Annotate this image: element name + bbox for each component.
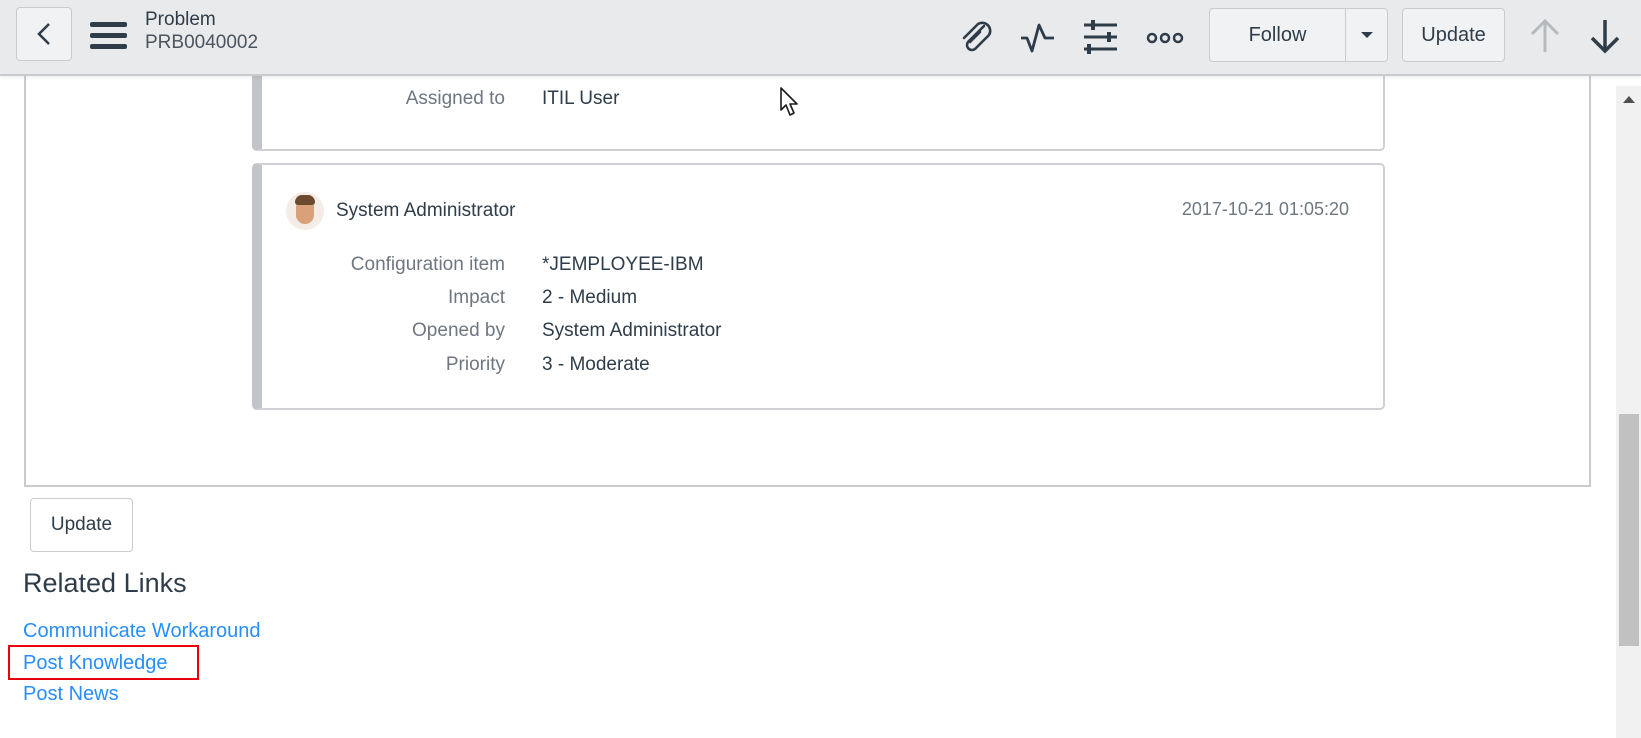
chevron-left-icon	[37, 23, 50, 45]
activity-entry: Assigned to ITIL User	[252, 76, 1385, 151]
record-number: PRB0040002	[145, 32, 259, 53]
activity-entry: System Administrator 2017-10-21 01:05:20…	[252, 163, 1385, 410]
sliders-icon	[1084, 20, 1117, 54]
record-title: Problem PRB0040002	[145, 9, 258, 55]
entry-author: System Administrator	[286, 191, 516, 231]
avatar	[286, 192, 324, 230]
field-value: ITIL User	[542, 88, 620, 109]
arrow-down-icon	[1590, 20, 1620, 54]
attachment-button[interactable]	[956, 18, 996, 58]
field-value: 2 - Medium	[542, 287, 638, 308]
field-row: Configuration item *JEMPLOYEE-IBM	[262, 254, 1383, 282]
arrow-up-icon	[1530, 18, 1560, 52]
link-communicate-workaround[interactable]: Communicate Workaround	[23, 620, 261, 643]
field-row: Impact 2 - Medium	[262, 287, 1383, 315]
follow-button-group: Follow	[1209, 8, 1388, 62]
field-value: System Administrator	[542, 320, 722, 341]
activity-stream-button[interactable]	[1018, 18, 1058, 58]
highlight-box	[8, 645, 199, 680]
field-label: Opened by	[412, 320, 505, 341]
back-button[interactable]	[16, 7, 72, 61]
field-value: *JEMPLOYEE-IBM	[542, 254, 704, 275]
field-row: Assigned to ITIL User	[262, 88, 1383, 116]
author-name: System Administrator	[336, 200, 516, 221]
scroll-up-arrow-icon[interactable]	[1623, 96, 1635, 103]
field-label: Impact	[447, 287, 505, 308]
field-value: 3 - Moderate	[542, 354, 650, 375]
header-update-button[interactable]: Update	[1402, 8, 1505, 62]
field-row: Priority 3 - Moderate	[262, 354, 1383, 382]
next-record-button[interactable]	[1585, 16, 1625, 56]
field-label: Configuration item	[350, 254, 505, 275]
field-row: Opened by System Administrator	[262, 320, 1383, 348]
field-label: Priority	[445, 354, 505, 375]
paperclip-icon	[962, 21, 992, 52]
activity-pulse-icon	[1021, 23, 1054, 53]
personalize-form-button[interactable]	[1081, 18, 1121, 58]
scrollbar-thumb[interactable]	[1619, 414, 1639, 646]
related-links-heading: Related Links	[23, 568, 187, 598]
form-header: Problem PRB0040002 Follow Update	[0, 0, 1641, 76]
more-dots-icon	[1146, 32, 1184, 44]
caret-down-icon	[1360, 32, 1373, 38]
mouse-pointer-icon	[780, 87, 798, 116]
field-label: Assigned to	[405, 88, 505, 109]
update-button[interactable]: Update	[30, 498, 133, 552]
follow-dropdown-button[interactable]	[1346, 9, 1387, 61]
more-options-button[interactable]	[1145, 18, 1185, 58]
vertical-scrollbar[interactable]	[1616, 86, 1641, 738]
link-post-news[interactable]: Post News	[23, 683, 119, 706]
entry-timestamp: 2017-10-21 01:05:20	[1181, 199, 1349, 219]
hamburger-menu-icon[interactable]	[90, 22, 127, 50]
previous-record-button[interactable]	[1525, 16, 1565, 56]
follow-button[interactable]: Follow	[1210, 9, 1346, 61]
record-type: Problem	[145, 9, 216, 30]
